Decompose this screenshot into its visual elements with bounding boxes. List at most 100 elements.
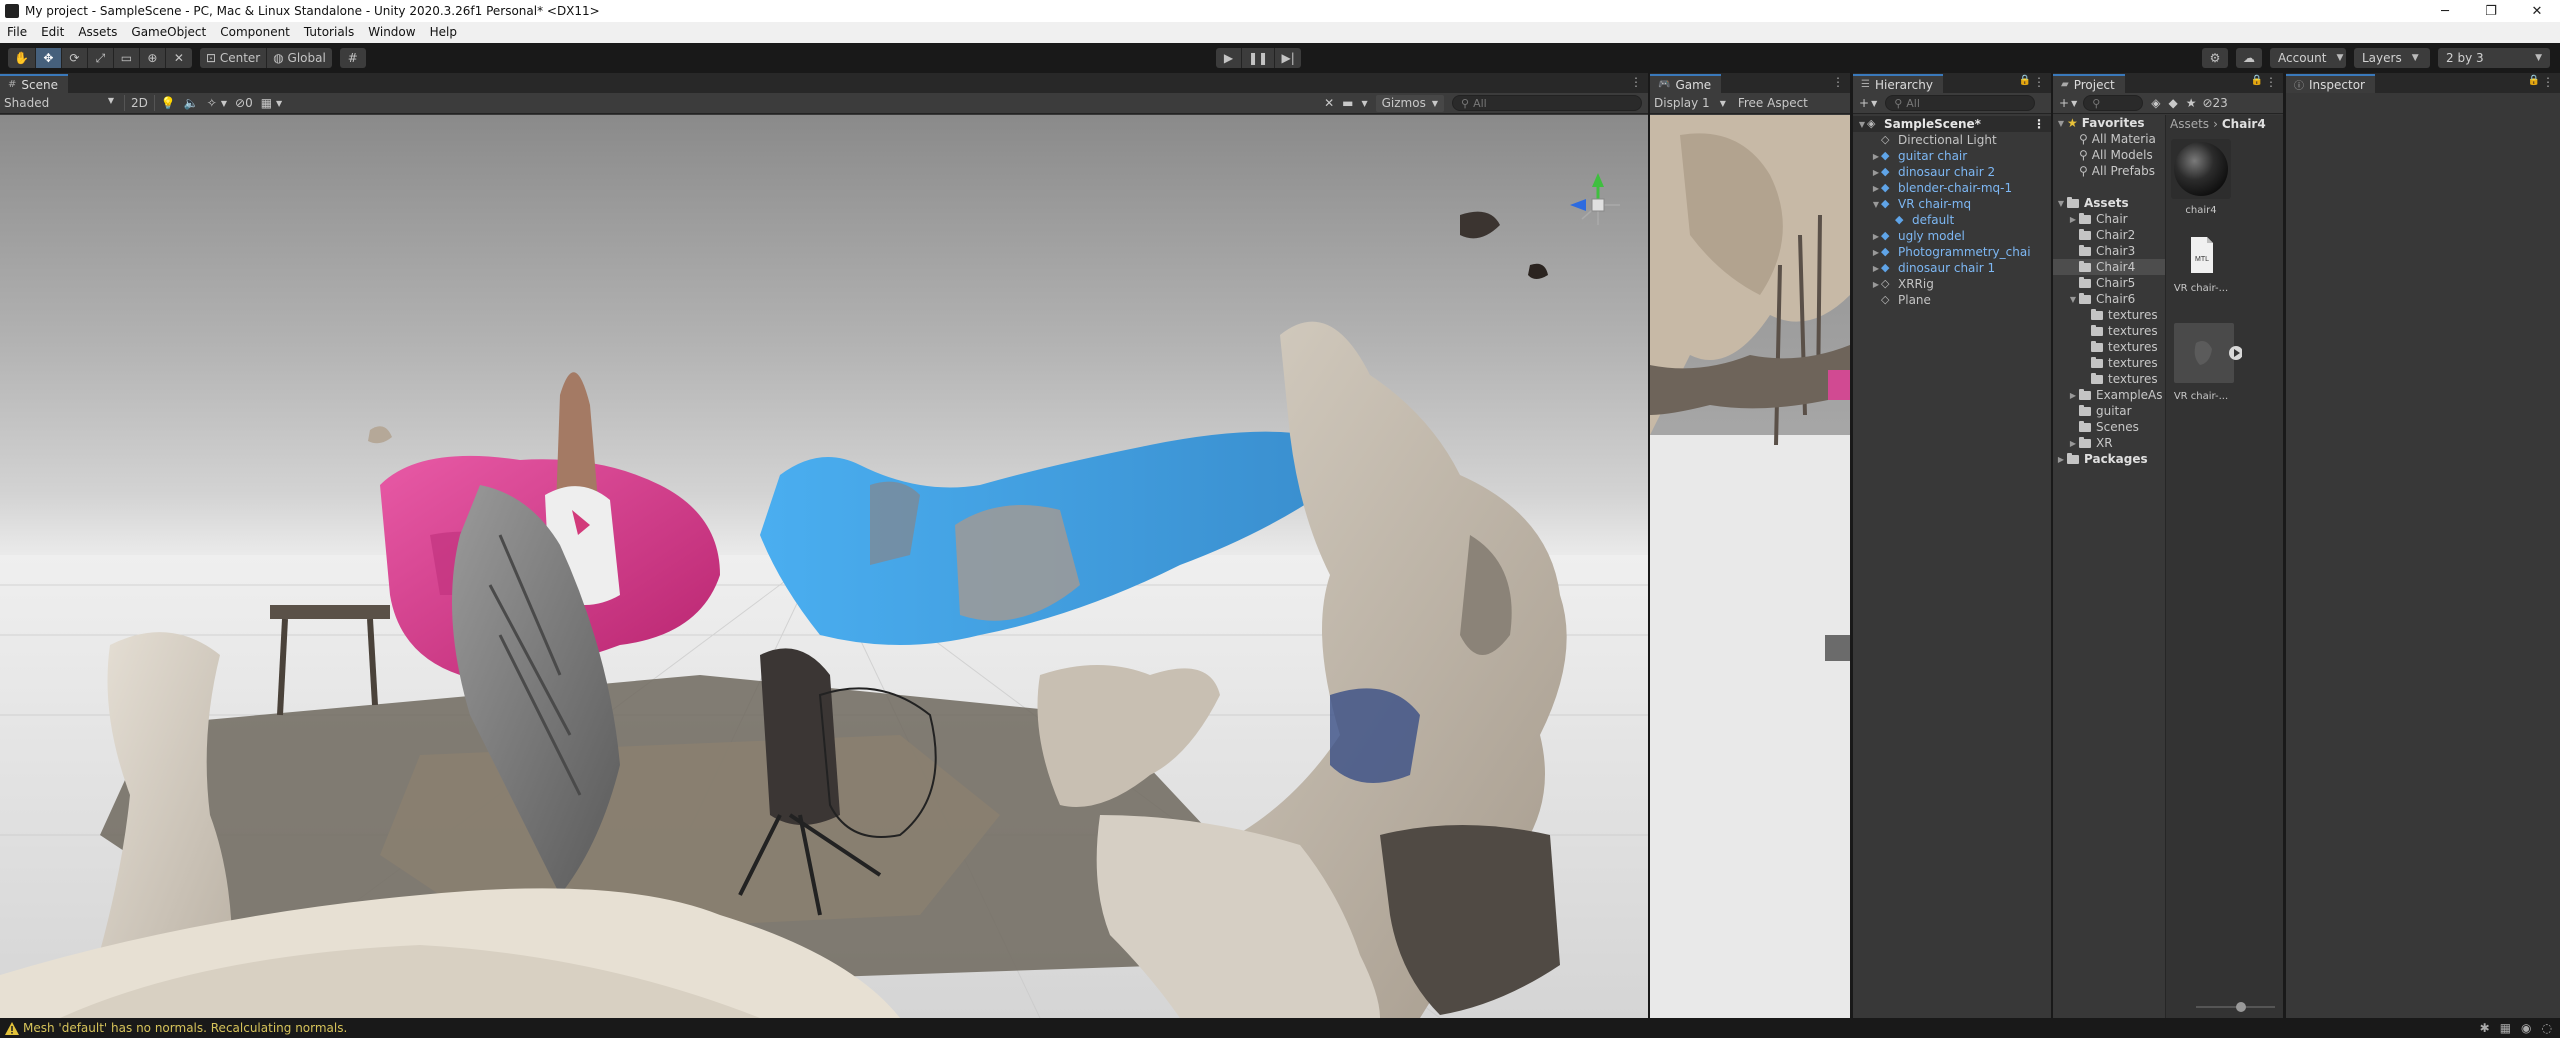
effects-toggle-icon[interactable]: ✧ <box>207 96 217 110</box>
gizmos-dropdown[interactable]: Gizmos ▼ <box>1375 94 1444 112</box>
collab-icon[interactable]: ⚙ <box>2202 48 2228 68</box>
cloud-icon[interactable]: ☁ <box>2236 48 2262 68</box>
asset-item-model[interactable]: VR chair-... <box>2166 323 2243 402</box>
menu-tutorials[interactable]: Tutorials <box>297 22 361 43</box>
maximize-button[interactable]: ❐ <box>2468 0 2514 22</box>
menu-file[interactable]: File <box>0 22 34 43</box>
filter-label-icon[interactable]: ◆ <box>2168 96 2177 110</box>
expand-arrow-right-icon[interactable]: ▶ <box>2067 439 2079 448</box>
minimize-button[interactable]: ─ <box>2422 0 2468 22</box>
project-search-input[interactable]: ⚲ <box>2083 95 2144 111</box>
expand-arrow-right-icon[interactable]: ▶ <box>2055 455 2067 464</box>
expand-arrow-down-icon[interactable]: ▼ <box>2055 119 2067 128</box>
slider-handle[interactable] <box>2235 1002 2246 1012</box>
project-tree-item[interactable]: ▼ Chair6 <box>2053 291 2165 307</box>
project-tree-item[interactable]: ⚲ All Materia <box>2053 131 2165 147</box>
expand-arrow-right-icon[interactable]: ▶ <box>1871 264 1881 273</box>
step-button[interactable]: ▶| <box>1275 48 1301 68</box>
account-dropdown[interactable]: Account ▼ <box>2270 48 2346 68</box>
expand-arrow-down-icon[interactable]: ▼ <box>1871 200 1881 209</box>
bug-icon[interactable]: ✱ <box>2480 1021 2490 1035</box>
hidden-packages-icon[interactable]: ⊘ <box>2202 96 2212 110</box>
play-button[interactable]: ▶ <box>1216 48 1242 68</box>
project-tree-item[interactable]: guitar <box>2053 403 2165 419</box>
project-tree-item[interactable]: Chair3 <box>2053 243 2165 259</box>
layout-dropdown[interactable]: 2 by 3 ▼ <box>2438 48 2550 68</box>
scale-tool-icon[interactable]: ⤢ <box>88 48 114 68</box>
add-object-button[interactable]: + <box>1859 96 1869 110</box>
hierarchy-item[interactable]: ▶ ◆ guitar chair <box>1853 148 2051 164</box>
project-tree-item[interactable]: Chair5 <box>2053 275 2165 291</box>
network-icon[interactable]: ▦ <box>2500 1021 2511 1035</box>
caret-down-icon[interactable]: ▼ <box>1361 99 1367 108</box>
camera-icon[interactable]: ▬ <box>1342 96 1353 110</box>
breadcrumb-assets[interactable]: Assets <box>2170 117 2209 131</box>
expand-arrow-right-icon[interactable]: ▶ <box>2067 391 2079 400</box>
favorite-star-icon[interactable]: ★ <box>2186 96 2197 110</box>
pivot-center-toggle[interactable]: ⊡ Center <box>200 48 268 68</box>
hierarchy-item[interactable]: ▶ ◆ dinosaur chair 2 <box>1853 164 2051 180</box>
project-tree-item[interactable]: ⚲ All Prefabs <box>2053 163 2165 179</box>
project-tree-item[interactable]: ▶ XR <box>2053 435 2165 451</box>
tools-icon[interactable]: ✕ <box>1324 96 1334 110</box>
menu-gameobject[interactable]: GameObject <box>124 22 213 43</box>
hidden-objects-icon[interactable]: ⊘ <box>235 96 245 110</box>
expand-arrow-down-icon[interactable]: ▼ <box>2067 295 2079 304</box>
hierarchy-item[interactable]: ▼ ◈ SampleScene* ⋮ <box>1853 116 2051 132</box>
expand-arrow-right-icon[interactable]: ▶ <box>1871 232 1881 241</box>
pause-button[interactable]: ❚❚ <box>1242 48 1276 68</box>
expand-arrow-down-icon[interactable]: ▼ <box>1857 120 1867 129</box>
caret-down-icon[interactable]: ▼ <box>2071 99 2077 108</box>
shading-dropdown[interactable]: Shaded ▼ <box>0 96 118 110</box>
scene-menu-icon[interactable]: ⋮ <box>2033 117 2051 131</box>
hierarchy-item[interactable]: ▶ ◆ ugly model <box>1853 228 2051 244</box>
hierarchy-item[interactable]: ▶ ◇ XRRig <box>1853 276 2051 292</box>
project-tree-item[interactable]: ▼ Assets <box>2053 195 2165 211</box>
project-tree-item[interactable]: textures <box>2053 339 2165 355</box>
expand-arrow-right-icon[interactable]: ▶ <box>1871 248 1881 257</box>
display-dropdown[interactable]: Display 1 ▼ <box>1650 96 1726 110</box>
lock-icon[interactable]: 🔒 <box>2528 75 2540 86</box>
inspector-tab-menu-icon[interactable]: ⋮ <box>2542 75 2554 89</box>
scene-search-input[interactable]: ⚲ All <box>1452 95 1642 111</box>
caret-down-icon[interactable]: ▼ <box>276 99 282 108</box>
custom-tool-icon[interactable]: ✕ <box>166 48 192 68</box>
hierarchy-item[interactable]: ▼ ◆ VR chair-mq <box>1853 196 2051 212</box>
rotate-tool-icon[interactable]: ⟳ <box>62 48 88 68</box>
menu-help[interactable]: Help <box>423 22 464 43</box>
project-tree-item[interactable]: Chair4 <box>2053 259 2165 275</box>
expand-arrow-right-icon[interactable]: ▶ <box>1871 280 1881 289</box>
project-tree-item[interactable]: ▶ ExampleAs <box>2053 387 2165 403</box>
hierarchy-item[interactable]: ▶ ◆ dinosaur chair 1 <box>1853 260 2051 276</box>
project-tree-item[interactable]: textures <box>2053 323 2165 339</box>
lighting-toggle-icon[interactable]: 💡 <box>161 96 176 110</box>
2d-toggle[interactable]: 2D <box>131 96 148 110</box>
project-tree-item[interactable]: ▶ Packages <box>2053 451 2165 467</box>
aspect-dropdown[interactable]: Free Aspect <box>1738 96 1808 110</box>
asset-item-material[interactable]: chair4 <box>2166 139 2236 216</box>
caret-down-icon[interactable]: ▼ <box>1871 99 1877 108</box>
transform-tool-icon[interactable]: ⊕ <box>140 48 166 68</box>
pivot-space-toggle[interactable]: ◍ Global <box>267 48 332 68</box>
lock-icon[interactable]: 🔒 <box>2019 75 2031 86</box>
scene-tab-menu-icon[interactable]: ⋮ <box>1630 75 1642 89</box>
breadcrumb-current[interactable]: Chair4 <box>2222 117 2266 131</box>
icon-size-slider[interactable] <box>2196 1002 2275 1012</box>
lock-icon[interactable]: 🔒 <box>2251 75 2263 86</box>
scene-viewport[interactable] <box>0 115 1648 1018</box>
hierarchy-tab-menu-icon[interactable]: ⋮ <box>2033 75 2045 89</box>
tab-inspector[interactable]: ⓘ Inspector <box>2286 74 2375 93</box>
grid-snap-icon[interactable]: # <box>340 48 366 68</box>
hierarchy-search-input[interactable]: ⚲ All <box>1885 95 2036 111</box>
game-tab-menu-icon[interactable]: ⋮ <box>1832 75 1844 89</box>
expand-arrow-right-icon[interactable]: ▶ <box>1871 184 1881 193</box>
caret-down-icon[interactable]: ▼ <box>221 99 227 108</box>
project-tree-item[interactable]: ▼ ★ Favorites <box>2053 115 2165 131</box>
hierarchy-item[interactable]: ◇ Plane <box>1853 292 2051 308</box>
layers-dropdown[interactable]: Layers ▼ <box>2354 48 2430 68</box>
expand-arrow-right-icon[interactable]: ▶ <box>1871 152 1881 161</box>
expand-arrow-down-icon[interactable]: ▼ <box>2055 199 2067 208</box>
asset-item-mtl[interactable]: MTL VR chair-... <box>2166 233 2236 294</box>
menu-component[interactable]: Component <box>213 22 297 43</box>
menu-assets[interactable]: Assets <box>71 22 124 43</box>
